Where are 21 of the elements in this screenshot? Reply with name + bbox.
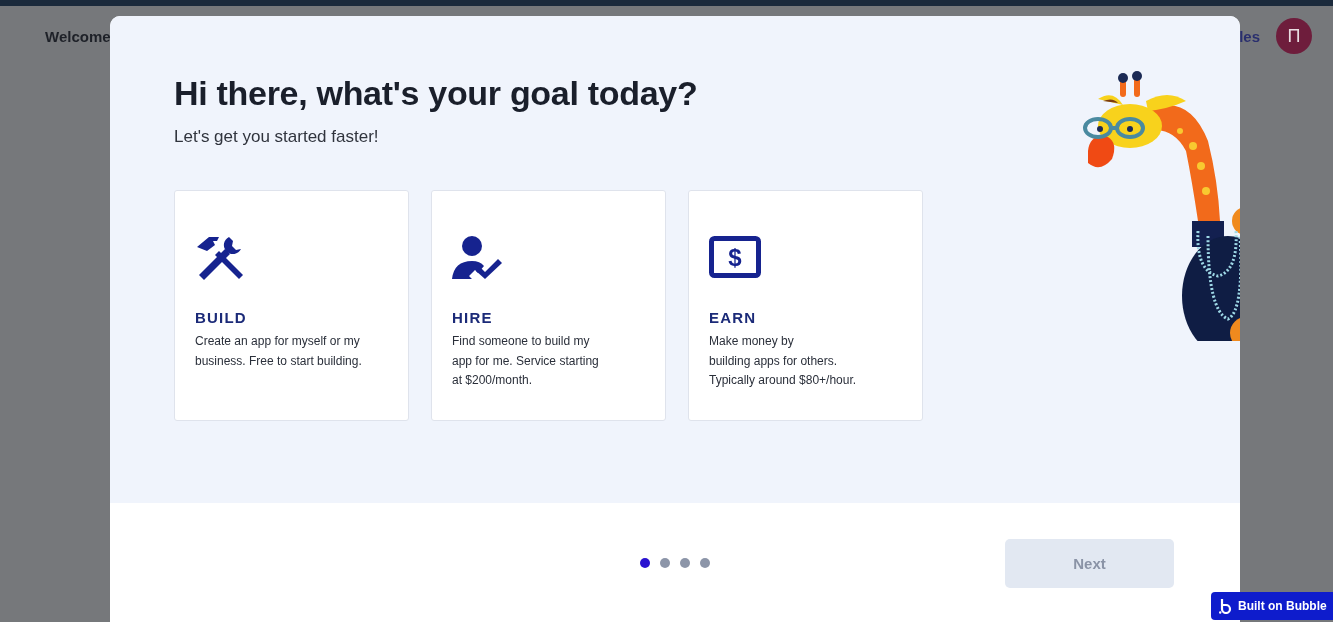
b-logo-icon [1219, 598, 1232, 614]
pager-dot[interactable] [660, 558, 670, 568]
pager-dot[interactable] [640, 558, 650, 568]
pager-dot[interactable] [700, 558, 710, 568]
welcome-text: Welcome [45, 27, 111, 45]
modal-title: Hi there, what's your goal today? [174, 74, 699, 113]
card-description: Make money by building apps for others. Typically around $80+/hour. [709, 333, 858, 389]
dollar-screen-icon: $ [709, 236, 761, 278]
goal-card[interactable]: HIRE Find someone to build my app for me. Service starting at $200/month. [431, 190, 666, 421]
goal-card[interactable]: BUILD Create an app for myself or my business. Free to start building. [174, 190, 409, 421]
pager-dot[interactable] [680, 558, 690, 568]
modal-subtitle: Let's get you started faster! [174, 127, 380, 147]
goal-card[interactable]: $ EARN Make money by building apps for others. Typically around $80+/hour. [688, 190, 923, 421]
card-description: Create an app for myself or my business. Free to start building. [195, 333, 363, 370]
card-title: EARN [709, 309, 758, 326]
built-on-bubble-badge[interactable]: Built on Bubble [1211, 592, 1333, 620]
user-avatar[interactable]: П [1276, 18, 1312, 54]
card-title: BUILD [195, 309, 248, 326]
person-check-icon [452, 235, 504, 279]
card-description: Find someone to build my app for me. Service starting at $200/month. [452, 333, 600, 389]
card-title: HIRE [452, 309, 494, 326]
